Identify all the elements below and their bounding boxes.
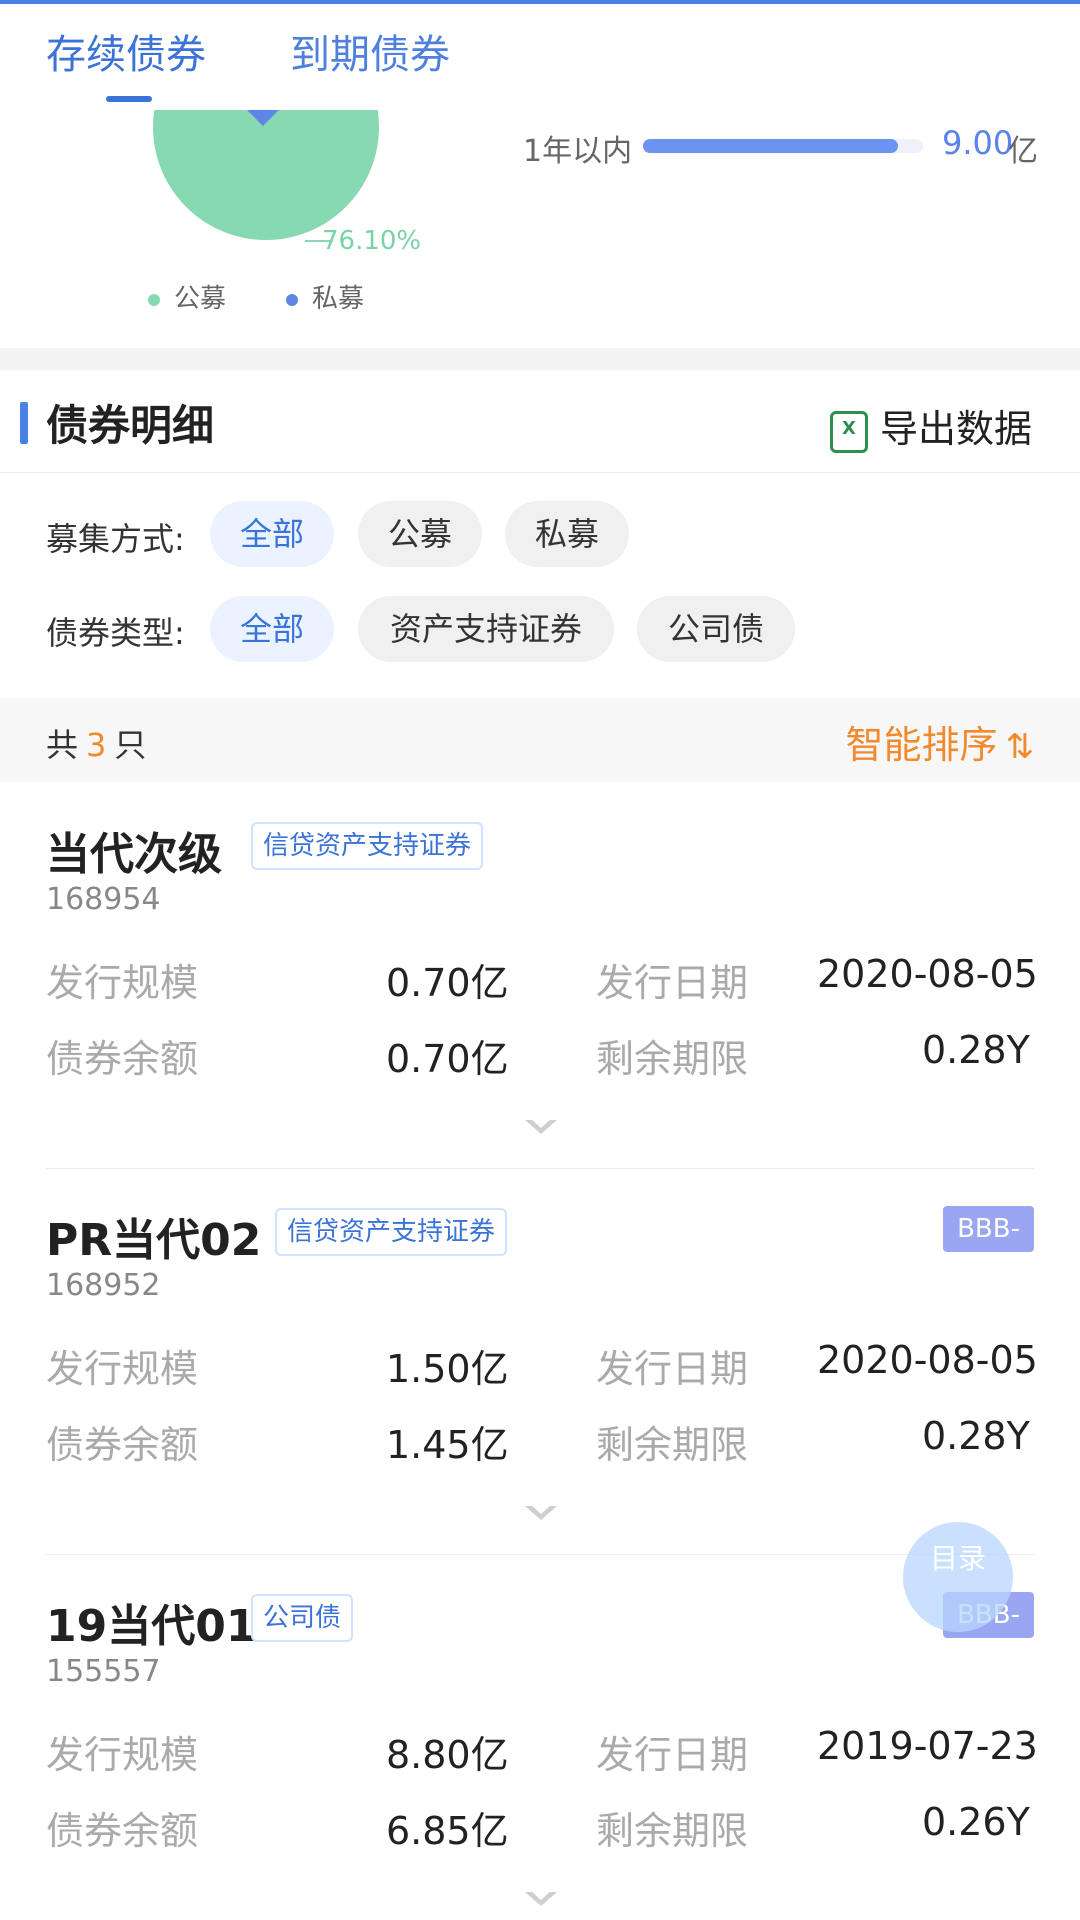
count-suffix: 只 <box>114 726 147 764</box>
filter-raise-all[interactable]: 全部 <box>210 501 334 567</box>
maturity-unit: 亿 <box>1008 134 1038 169</box>
result-summary-bar: 共3只 智能排序 ⇅ <box>0 698 1080 782</box>
pie-slice-private <box>247 110 279 126</box>
issue-date-value: 2020-08-05 <box>817 952 1038 996</box>
issue-date-label: 发行日期 <box>596 961 749 1005</box>
balance-label: 债券余额 <box>46 1423 199 1467</box>
issue-size-label: 发行规模 <box>46 961 199 1005</box>
section-title: 债券明细 <box>46 401 215 450</box>
chevron-down-icon[interactable] <box>525 1889 557 1906</box>
maturity-bucket-label: 1年以内 <box>523 134 633 169</box>
sort-label: 智能排序 <box>845 723 998 767</box>
filter-type-all[interactable]: 全部 <box>210 596 334 662</box>
issue-size-label: 发行规模 <box>46 1347 199 1391</box>
maturity-progress-fill <box>643 139 898 153</box>
export-label: 导出数据 <box>880 407 1033 451</box>
section-separator <box>0 348 1080 370</box>
issue-size-value: 0.70亿 <box>386 961 509 1005</box>
remaining-term-label: 剩余期限 <box>596 1423 749 1467</box>
bond-code: 168954 <box>46 882 161 917</box>
bond-name: 19当代01 <box>46 1601 257 1652</box>
filter-label-raise-method: 募集方式: <box>46 520 185 558</box>
issue-size-value: 1.50亿 <box>386 1347 509 1391</box>
remaining-term-value: 0.28Y <box>922 1028 1030 1072</box>
issue-date-value: 2019-07-23 <box>817 1724 1038 1768</box>
issue-date-label: 发行日期 <box>596 1347 749 1391</box>
chevron-down-icon[interactable] <box>525 1503 557 1520</box>
issue-date-value: 2020-08-05 <box>817 1338 1038 1382</box>
pie-slice-public <box>153 110 379 240</box>
card-divider <box>46 1554 1034 1555</box>
filter-raise-private[interactable]: 私募 <box>505 501 629 567</box>
table-of-contents-button[interactable]: 目录 <box>903 1522 1013 1632</box>
rating-badge: BBB- <box>943 1206 1034 1252</box>
balance-value: 0.70亿 <box>386 1037 509 1081</box>
bond-type-tag: 信贷资产支持证券 <box>251 822 484 870</box>
legend-label: 公募 <box>174 284 227 314</box>
issue-size-value: 8.80亿 <box>386 1733 509 1777</box>
filter-raise-public[interactable]: 公募 <box>358 501 482 567</box>
maturity-progress-track <box>643 139 923 153</box>
legend-label: 私募 <box>312 284 365 314</box>
result-count: 共3只 <box>46 720 146 766</box>
pie-percent-label: 76.10% <box>322 226 422 256</box>
bond-code: 168952 <box>46 1268 161 1303</box>
export-data-button[interactable]: X 导出数据 <box>830 398 1033 453</box>
chevron-down-icon[interactable] <box>525 1117 557 1134</box>
issue-method-pie-chart <box>153 110 379 240</box>
toc-label: 目录 <box>929 1542 986 1575</box>
excel-icon: X <box>830 410 868 453</box>
remaining-term-label: 剩余期限 <box>596 1809 749 1853</box>
tab-matured-bonds[interactable]: 到期债券 <box>290 28 450 82</box>
balance-label: 债券余额 <box>46 1809 199 1853</box>
sort-icon: ⇅ <box>1005 727 1035 767</box>
remaining-term-label: 剩余期限 <box>596 1037 749 1081</box>
balance-value: 1.45亿 <box>386 1423 509 1467</box>
legend-item-private[interactable]: 私募 <box>286 278 364 315</box>
balance-value: 6.85亿 <box>386 1809 509 1853</box>
count-number: 3 <box>86 726 107 764</box>
section-accent-bar <box>20 402 28 444</box>
filter-type-corporate[interactable]: 公司债 <box>637 596 795 662</box>
balance-label: 债券余额 <box>46 1037 199 1081</box>
remaining-term-value: 0.26Y <box>922 1800 1030 1844</box>
legend-item-public[interactable]: 公募 <box>148 278 226 315</box>
bond-name: 当代次级 <box>46 829 222 880</box>
count-prefix: 共 <box>46 726 79 764</box>
tab-existing-bonds[interactable]: 存续债券 <box>46 28 206 82</box>
legend-dot-icon <box>148 293 160 306</box>
filter-type-abs[interactable]: 资产支持证券 <box>358 596 614 662</box>
bond-type-tag: 信贷资产支持证券 <box>275 1208 508 1256</box>
filter-label-bond-type: 债券类型: <box>46 614 185 652</box>
legend-dot-icon <box>286 293 298 306</box>
smart-sort-button[interactable]: 智能排序 ⇅ <box>845 714 1034 769</box>
card-divider <box>46 1168 1034 1169</box>
maturity-amount: 9.00 <box>942 124 1014 162</box>
tab-bar: 存续债券 到期债券 <box>0 0 1080 110</box>
divider <box>0 472 1080 473</box>
issue-size-label: 发行规模 <box>46 1733 199 1777</box>
bond-name: PR当代02 <box>46 1215 262 1266</box>
remaining-term-value: 0.28Y <box>922 1414 1030 1458</box>
active-tab-indicator <box>106 96 152 102</box>
bond-type-tag: 公司债 <box>251 1594 354 1642</box>
issue-date-label: 发行日期 <box>596 1733 749 1777</box>
bond-code: 155557 <box>46 1654 161 1689</box>
